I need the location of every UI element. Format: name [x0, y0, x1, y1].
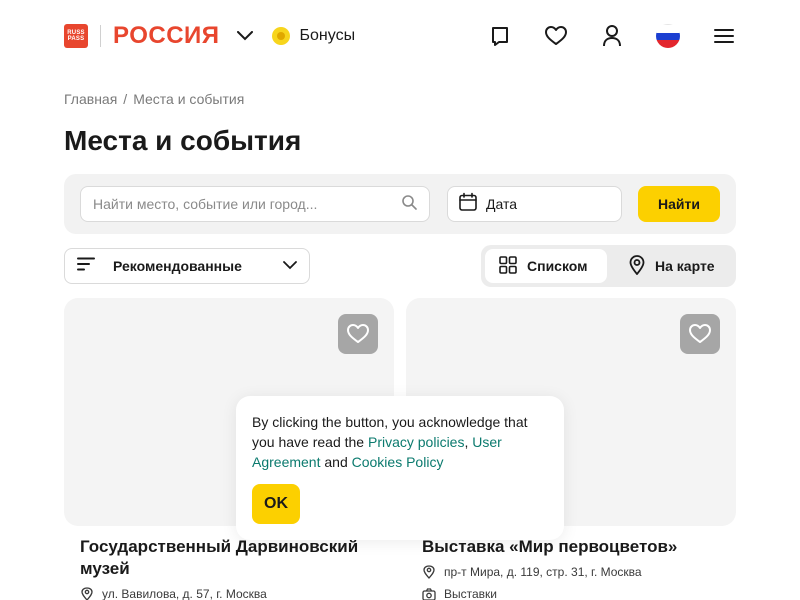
location-pin-icon — [80, 587, 94, 600]
calendar-icon — [458, 192, 478, 217]
view-map-button[interactable]: На карте — [615, 249, 733, 283]
favorite-button[interactable] — [680, 314, 720, 354]
russpass-logo[interactable]: RUSS PASS — [64, 24, 88, 48]
find-button[interactable]: Найти — [638, 186, 720, 222]
location-pin-icon — [422, 565, 436, 579]
sort-selected-value: Рекомендованные — [113, 258, 242, 274]
card-category: Выставки — [422, 587, 497, 600]
breadcrumb: Главная / Места и события — [64, 91, 244, 107]
view-toggle: Списком На карте — [481, 245, 736, 287]
favorite-button[interactable] — [338, 314, 378, 354]
header-actions — [488, 24, 736, 48]
bonus-coin-icon — [271, 27, 290, 45]
site-header: RUSS PASS РОССИЯ Бонусы — [64, 14, 736, 58]
page-title: Места и события — [64, 125, 302, 156]
logo-bottom-text: PASS — [67, 36, 85, 42]
camera-icon — [422, 587, 436, 600]
sort-icon — [77, 257, 95, 276]
grid-icon — [499, 255, 517, 277]
search-field[interactable] — [80, 186, 430, 222]
card-address: ул. Вавилова, д. 57, г. Москва — [80, 587, 267, 600]
card-address-text: ул. Вавилова, д. 57, г. Москва — [102, 587, 267, 600]
search-input[interactable] — [93, 196, 401, 212]
chevron-down-icon — [283, 257, 297, 275]
card-address: пр-т Мира, д. 119, стр. 31, г. Москва — [422, 565, 642, 579]
card-address-text: пр-т Мира, д. 119, стр. 31, г. Москва — [444, 565, 642, 579]
privacy-policy-link[interactable]: Privacy policies — [368, 434, 464, 450]
search-icon[interactable] — [401, 194, 417, 215]
search-panel: Дата Найти — [64, 174, 736, 234]
view-list-button[interactable]: Списком — [485, 249, 607, 283]
bonus-label: Бонусы — [299, 27, 356, 44]
view-list-label: Списком — [527, 258, 588, 274]
cookies-policy-link[interactable]: Cookies Policy — [352, 454, 444, 470]
chevron-down-icon[interactable] — [236, 27, 254, 45]
menu-icon[interactable] — [712, 24, 736, 48]
bookmark-icon[interactable] — [488, 24, 512, 48]
cookie-text: By clicking the button, you acknowledge … — [252, 412, 548, 472]
date-label: Дата — [486, 196, 518, 212]
user-icon[interactable] — [600, 24, 624, 48]
breadcrumb-separator: / — [123, 91, 128, 107]
breadcrumb-current: Места и события — [133, 91, 245, 107]
region-logo-text[interactable]: РОССИЯ — [113, 22, 220, 50]
heart-icon — [347, 324, 369, 343]
card-title[interactable]: Государственный Дарвиновский музей — [80, 536, 380, 580]
cookie-and: and — [320, 454, 352, 470]
breadcrumb-home[interactable]: Главная — [64, 91, 117, 107]
card-category-text: Выставки — [444, 587, 497, 600]
cookie-ok-button[interactable]: OK — [252, 484, 300, 524]
russia-flag-icon[interactable] — [656, 24, 680, 48]
heart-icon — [689, 324, 711, 343]
sort-select[interactable]: Рекомендованные — [64, 248, 310, 284]
bonus-link[interactable]: Бонусы — [271, 27, 356, 45]
heart-icon[interactable] — [544, 24, 568, 48]
cookie-consent-popup: By clicking the button, you acknowledge … — [236, 396, 564, 540]
view-map-label: На карте — [655, 258, 715, 274]
logo-divider — [100, 25, 101, 47]
map-pin-icon — [629, 254, 645, 278]
date-picker[interactable]: Дата — [447, 186, 622, 222]
